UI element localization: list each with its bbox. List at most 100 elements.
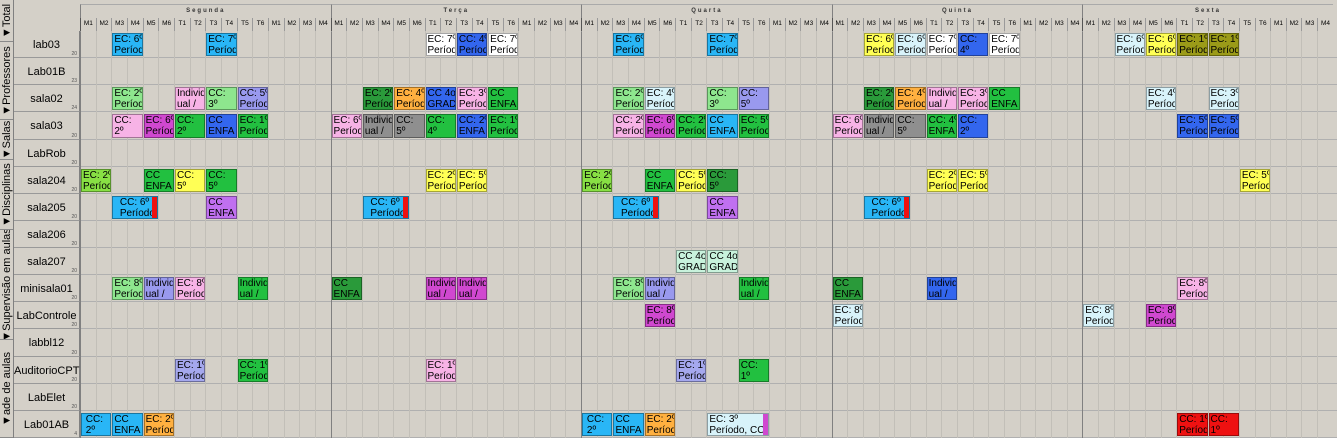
class-block[interactable]: CC: 5º (394, 114, 425, 138)
class-block[interactable]: CC ENFA (707, 195, 738, 219)
class-block[interactable]: CC ENFA (206, 114, 237, 138)
class-block[interactable]: CC: 2º (957, 114, 989, 138)
class-block[interactable]: EC: 6º Períod (832, 114, 863, 138)
class-block[interactable]: EC: 6º Períod (143, 114, 174, 138)
class-block[interactable]: EC: 7º Períod (989, 33, 1020, 57)
class-block[interactable]: EC: 6º Períod (895, 33, 926, 57)
class-block[interactable]: CC: 6º Período (613, 195, 660, 219)
class-block[interactable]: CC ENFA (206, 195, 237, 219)
class-block[interactable]: EC: 4º Períod (1145, 87, 1177, 111)
class-block[interactable]: EC: 1º Períod (174, 358, 206, 382)
class-block[interactable]: Individ ual / (237, 277, 268, 301)
class-block[interactable]: EC: 8º Períod (112, 277, 143, 301)
room-row-header[interactable]: sala205 20 (14, 193, 80, 221)
class-block[interactable]: Individ ual / (864, 114, 895, 138)
side-tab-professores[interactable]: ▼Professores (0, 42, 13, 120)
class-block[interactable]: CC: 1º Períod (1177, 412, 1208, 436)
class-block[interactable]: EC: 2º Períod (582, 168, 613, 192)
class-block[interactable]: EC: 5º Períod (1239, 168, 1271, 192)
room-row-header[interactable]: labbl12 20 (14, 329, 80, 357)
class-block[interactable]: EC: 6º Períod (613, 33, 644, 57)
class-block[interactable]: Individ ual / (926, 277, 957, 301)
class-block[interactable]: EC: 8º Períod (1145, 304, 1177, 328)
class-block[interactable]: EC: 3º Períod (1208, 87, 1239, 111)
class-block[interactable]: CC ENFA (112, 412, 143, 436)
room-row-header[interactable]: sala207 20 (14, 248, 80, 276)
class-block[interactable]: EC: 2º Períod (864, 87, 895, 111)
class-block[interactable]: EC: 2º Períod (425, 168, 456, 192)
class-block[interactable]: EC: 6º Períod (112, 33, 143, 57)
side-tab-disciplinas[interactable]: ▼Disciplinas (0, 160, 13, 230)
class-block[interactable]: CC: 6º Período (864, 195, 910, 219)
class-block[interactable]: CC: 2º Períod (676, 114, 707, 138)
class-block[interactable]: EC: 7º Períod (707, 33, 738, 57)
class-block[interactable]: CC: 2º (582, 412, 613, 436)
class-block[interactable]: EC: 8º Períod (1083, 304, 1114, 328)
class-block[interactable]: EC: 6º Períod (644, 114, 676, 138)
class-block[interactable]: CC: 2º (112, 114, 143, 138)
class-block[interactable]: CC: 5º Períod (237, 87, 268, 111)
room-row-header[interactable]: sala206 20 (14, 220, 80, 249)
class-block[interactable]: EC: 5º Períod (957, 168, 989, 192)
class-block[interactable]: EC: 1º Períod (1177, 33, 1208, 57)
class-block[interactable]: EC: 3º Períod (957, 87, 989, 111)
class-block[interactable]: EC: 6º Períod (1145, 33, 1177, 57)
side-tab-total[interactable]: ▼Total (0, 0, 13, 42)
class-block[interactable]: EC: 1º Períod (425, 358, 456, 382)
class-block[interactable]: CC: 4º (425, 114, 456, 138)
class-block[interactable]: CC ENFA (989, 87, 1020, 111)
class-block[interactable]: EC: 7º Períod (488, 33, 519, 57)
class-block[interactable]: CC 4o GRAD (425, 87, 456, 111)
side-tab-supervisão-em-aulas[interactable]: ▼Supervisão em aulas (0, 230, 13, 340)
class-block[interactable]: EC: 5º Períod (1208, 114, 1239, 138)
class-block[interactable]: EC: 5º Períod (1177, 114, 1208, 138)
room-row-header[interactable]: minisala01 20 (14, 275, 80, 303)
class-block[interactable]: EC: 2º Períod (362, 87, 394, 111)
class-block[interactable]: CC: 3º (707, 87, 738, 111)
class-block[interactable]: EC: 7º Períod (425, 33, 456, 57)
class-block[interactable]: CC: 5º (738, 87, 770, 111)
side-tab-ade-de-aulas[interactable]: ▼ade de aulas (0, 340, 13, 438)
class-block[interactable]: EC: 8º Períod (174, 277, 206, 301)
class-block[interactable]: Individ ual / (644, 277, 676, 301)
class-block[interactable]: CC 4o GRAD (676, 250, 707, 274)
class-block[interactable]: EC: 8º Períod (613, 277, 644, 301)
class-block[interactable]: Individ ual / (926, 87, 957, 111)
class-block[interactable]: EC: 6º Períod (331, 114, 362, 138)
room-row-header[interactable]: sala204 20 (14, 166, 80, 194)
room-row-header[interactable]: LabRob 20 (14, 139, 80, 167)
class-block[interactable]: CC ENFA (644, 168, 676, 192)
class-block[interactable]: EC: 2º Períod (613, 87, 644, 111)
class-block[interactable]: CC: 5º (206, 168, 237, 192)
class-block[interactable]: CC ENFA (832, 277, 863, 301)
room-row-header[interactable]: sala03 20 (14, 112, 80, 140)
class-block[interactable]: CC: 2º ENFA (456, 114, 488, 138)
side-tab-salas[interactable]: ▼Salas (0, 120, 13, 160)
class-block[interactable]: CC: 1º Períod (237, 358, 268, 382)
room-row-header[interactable]: sala02 24 (14, 85, 80, 113)
class-block[interactable]: EC: 2º Períod (926, 168, 957, 192)
class-block[interactable]: CC: 1º (1208, 412, 1239, 436)
class-block[interactable]: CC: 6º Período (362, 195, 409, 219)
class-block[interactable]: EC: 1º Períod (676, 358, 707, 382)
class-block[interactable]: CC: 5º (174, 168, 206, 192)
class-block[interactable]: EC: 5º Períod (738, 114, 770, 138)
class-block[interactable]: CC ENFA (331, 277, 362, 301)
class-block[interactable]: CC: 3º (206, 87, 237, 111)
class-block[interactable]: CC ENFA (143, 168, 174, 192)
class-block[interactable]: Individ ual / (362, 114, 394, 138)
room-row-header[interactable]: AuditorioCPT 20 (14, 356, 80, 384)
room-row-header[interactable]: LabElet 20 (14, 383, 80, 411)
class-block[interactable]: Individ ual / (738, 277, 770, 301)
class-block[interactable]: Individ ual / (174, 87, 206, 111)
class-block[interactable]: EC: 2º Períod (112, 87, 143, 111)
class-block[interactable]: EC: 2º Períod (143, 412, 174, 436)
class-block[interactable]: EC: 8º Períod (832, 304, 863, 328)
room-row-header[interactable]: Lab01AB 4 (14, 410, 80, 438)
class-block[interactable]: CC: 2º Períod (613, 114, 644, 138)
class-block[interactable]: CC: 5º Períod (676, 168, 707, 192)
class-block[interactable]: EC: 4º Períod (895, 87, 926, 111)
class-block[interactable]: Individ ual / (143, 277, 174, 301)
class-block[interactable]: CC: 4º Períod (456, 33, 488, 57)
class-block[interactable]: EC: 7º Períod (926, 33, 957, 57)
